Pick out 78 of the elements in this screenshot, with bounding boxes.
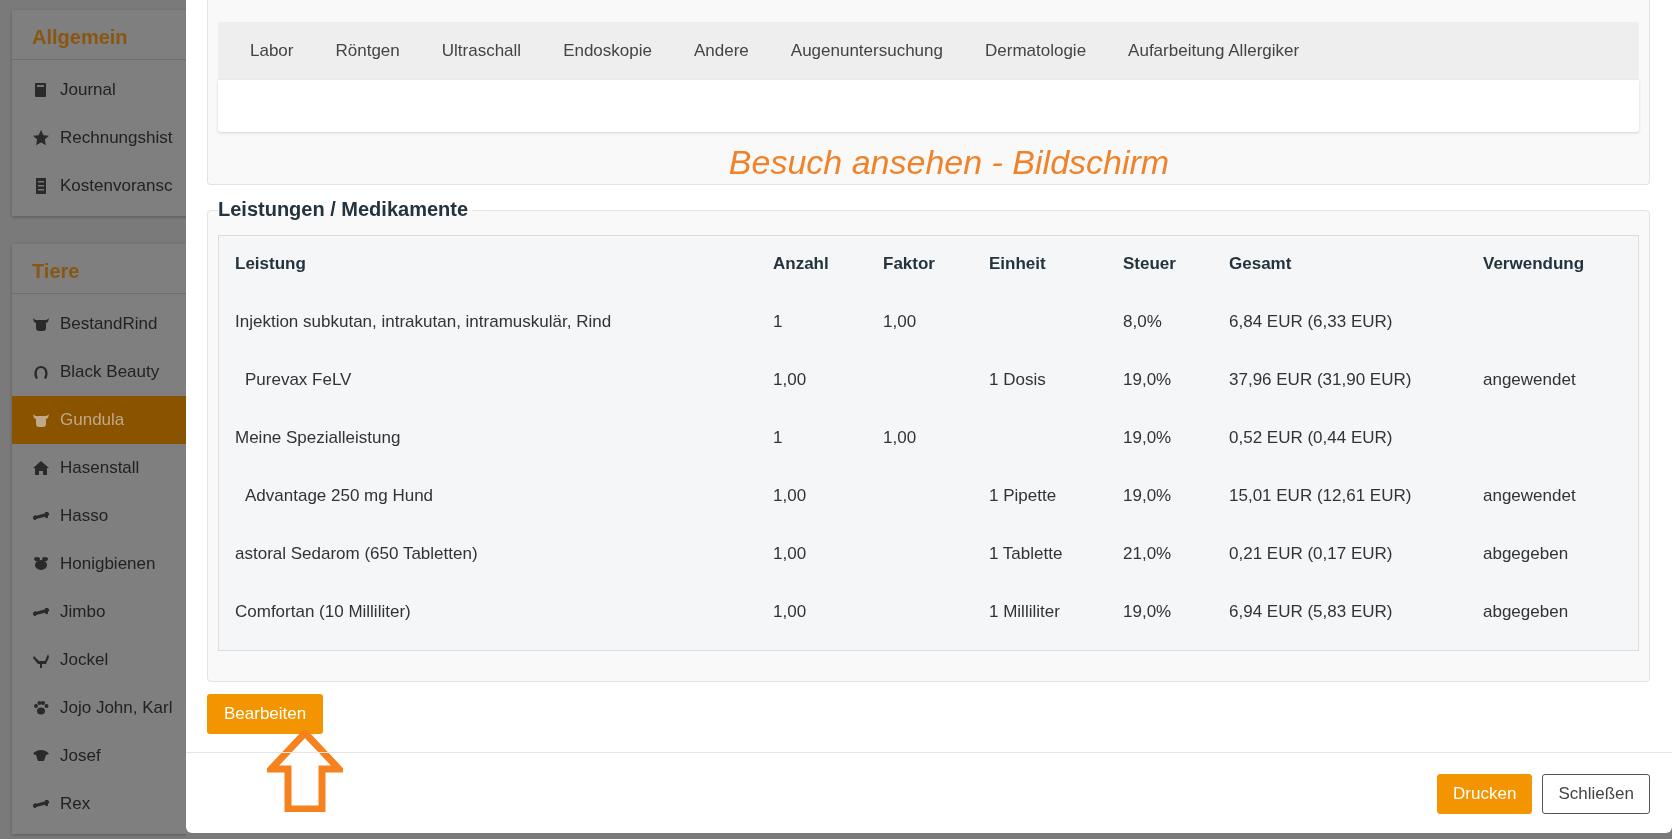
table-cell: 1,00 [773,602,807,621]
table-cell: 1,00 [883,428,917,447]
tab[interactable]: Röntgen [314,22,421,80]
table-cell: 1 Tablette [989,544,1063,563]
table-cell: 1 [773,312,783,331]
close-button[interactable]: Schließen [1542,774,1650,814]
table-cell: abgegeben [1483,602,1569,621]
table-cell: Comfortan (10 Milliliter) [235,602,411,621]
column-header: Gesamt [1229,254,1292,274]
column-header: Anzahl [773,254,829,274]
sidebar-item[interactable]: Hasenstall [12,444,186,492]
column-header: Steuer [1123,254,1176,274]
tab[interactable]: Endoskopie [542,22,673,80]
table-cell: 1 Dosis [989,370,1046,389]
tab[interactable]: Andere [672,22,770,80]
section-title: Leistungen / Medikamente [218,198,473,221]
table-cell: 8,0% [1123,312,1162,331]
bone-icon [32,608,50,616]
table-cell: 37,96 EUR (31,90 EUR) [1229,370,1412,389]
sidebar-item[interactable]: BestandRind [12,300,186,348]
table-cell: abgegeben [1483,544,1569,563]
sidebar-item[interactable]: Journal [12,66,186,114]
sidebar-item[interactable]: Jimbo [12,588,186,636]
sidebar-item[interactable]: Honigbienen [12,540,186,588]
table-cell: 1 Milliliter [989,602,1060,621]
house-icon [32,459,50,477]
bone-icon [32,512,50,520]
column-header: Einheit [989,254,1046,274]
paw-icon [32,699,50,717]
bee-icon [32,555,50,573]
table-cell: 1,00 [883,312,917,331]
edit-button[interactable]: Bearbeiten [207,694,324,734]
sidebar-item[interactable]: Black Beauty [12,348,186,396]
table-cell: 19,0% [1123,602,1172,621]
table-cell: 0,21 EUR (0,17 EUR) [1229,544,1393,563]
sidebar-item[interactable]: Josef [12,732,186,780]
table-cell: Purevax FeLV [245,370,352,389]
table-cell: Advantage 250 mg Hund [245,486,434,505]
table-cell: 1,00 [773,544,807,563]
table-cell: 15,01 EUR (12,61 EUR) [1229,486,1412,505]
table-cell: angewendet [1483,370,1576,389]
sidebar-item[interactable]: Hasso [12,492,186,540]
table-cell: 1,00 [773,370,807,389]
column-header: Leistung [235,254,306,274]
print-button[interactable]: Drucken [1437,774,1533,814]
annotation-text: Besuch ansehen - Bildschirm [728,143,1170,182]
sidebar-item[interactable]: Jockel [12,636,186,684]
column-header: Faktor [883,254,935,274]
sidebar-item[interactable]: Gundula [12,396,186,444]
sidebar-item[interactable]: Rex [12,780,186,828]
column-header: Verwendung [1483,254,1585,274]
table-cell: 19,0% [1123,486,1172,505]
cow-icon [32,315,50,333]
sidebar-item[interactable]: Jojo John, Karl [12,684,186,732]
sidebar-item[interactable]: Rechnungshist [12,114,186,162]
tab[interactable]: Dermatologie [964,22,1108,80]
horseshoe-icon [32,363,50,381]
table-cell: 19,0% [1123,370,1172,389]
tab[interactable]: Labor [229,22,315,80]
table-cell: 1 Pipette [989,486,1057,505]
sidebar-item[interactable]: Kostenvoransc [12,162,186,210]
tab[interactable]: Ultraschall [420,22,543,80]
table-cell: 6,94 EUR (5,83 EUR) [1229,602,1393,621]
table-cell: 19,0% [1123,428,1172,447]
cow-icon [32,411,50,429]
tab[interactable]: Aufarbeitung Allergiker [1107,22,1321,80]
tab[interactable]: Augenuntersuchung [769,22,964,80]
table-cell: 6,84 EUR (6,33 EUR) [1229,312,1393,331]
table-cell: 1,00 [773,486,807,505]
table-cell: angewendet [1483,486,1576,505]
table-cell: Injektion subkutan, intrakutan, intramuskulär, Rind [235,312,612,331]
bone-icon [32,800,50,808]
star-icon [32,129,50,147]
table-cell: 0,52 EUR (0,44 EUR) [1229,428,1393,447]
table-cell: astoral Sedarom (650 Tabletten) [235,544,478,563]
table-cell: Meine Spezialleistung [235,428,401,447]
table-cell: 1 [773,428,783,447]
table-cell: 21,0% [1123,544,1172,563]
